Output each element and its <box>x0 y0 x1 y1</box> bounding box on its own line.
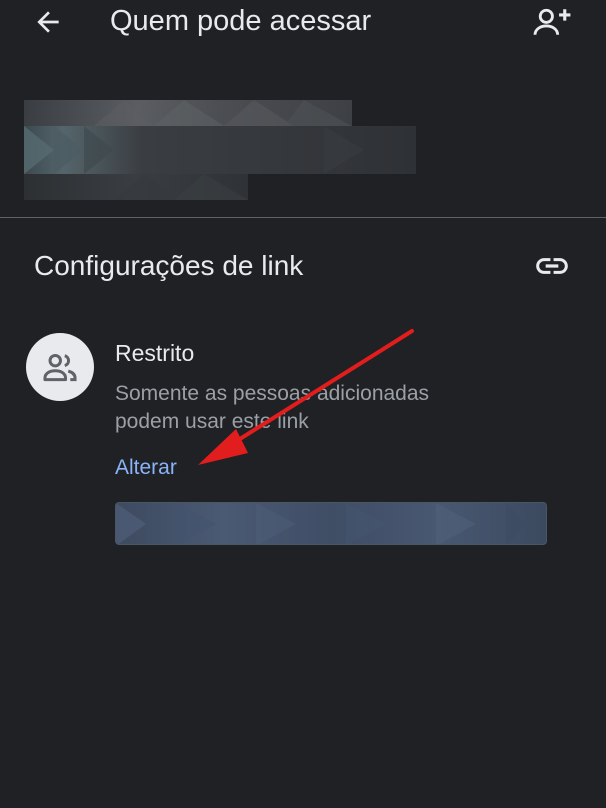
person-add-icon <box>533 8 571 35</box>
link-settings-title: Configurações de link <box>34 250 304 281</box>
arrow-left-icon <box>37 11 59 33</box>
access-level-description: Somente as pessoas adicionadas podem usa… <box>115 382 430 433</box>
back-button[interactable] <box>26 2 70 42</box>
add-person-button[interactable] <box>528 2 576 42</box>
access-level-title: Restrito <box>115 340 195 366</box>
section-divider <box>0 217 606 218</box>
people-icon <box>43 353 77 382</box>
obscured-link-field[interactable] <box>115 502 547 545</box>
obscured-owner-info <box>24 100 416 200</box>
page-title: Quem pode acessar <box>110 5 372 37</box>
avatar <box>26 333 94 401</box>
copy-link-button[interactable] <box>530 248 574 284</box>
change-access-link[interactable]: Alterar <box>115 454 177 482</box>
link-icon <box>536 258 568 274</box>
